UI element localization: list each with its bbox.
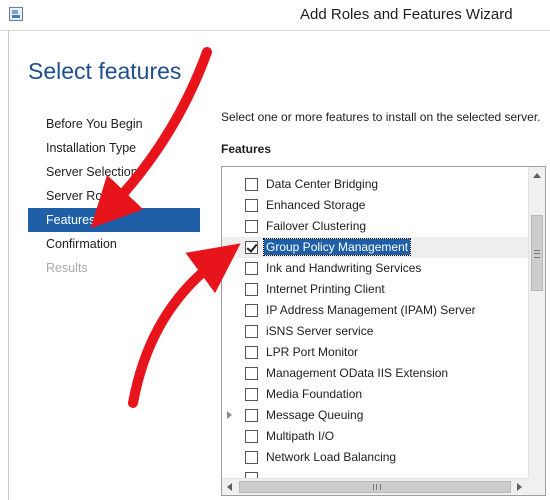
feature-row[interactable]: Internet Printing Client xyxy=(222,279,528,300)
nav-item-server-selection[interactable]: Server Selection xyxy=(28,160,200,184)
feature-row[interactable]: LPR Port Monitor xyxy=(222,342,528,363)
horizontal-scrollbar[interactable] xyxy=(222,478,528,495)
feature-row[interactable]: Data Center Bridging xyxy=(222,174,528,195)
feature-checkbox[interactable] xyxy=(245,388,258,401)
nav-item-before-you-begin[interactable]: Before You Begin xyxy=(28,112,200,136)
feature-row[interactable]: IP Address Management (IPAM) Server xyxy=(222,300,528,321)
feature-row[interactable]: Media Foundation xyxy=(222,384,528,405)
feature-row[interactable]: Multipath I/O xyxy=(222,426,528,447)
nav-item-server-roles[interactable]: Server Roles xyxy=(28,184,200,208)
feature-checkbox[interactable] xyxy=(245,199,258,212)
vertical-scrollbar[interactable] xyxy=(528,167,545,478)
feature-label: Group Policy Management xyxy=(262,238,412,256)
expand-arrow-icon[interactable] xyxy=(227,411,232,419)
grip-icon xyxy=(373,484,381,490)
nav-item-features[interactable]: Features xyxy=(28,208,200,232)
vertical-scroll-thumb[interactable] xyxy=(531,215,543,291)
feature-checkbox[interactable] xyxy=(245,220,258,233)
scroll-left-icon[interactable] xyxy=(227,483,232,491)
feature-checkbox[interactable] xyxy=(245,430,258,443)
feature-checkbox[interactable] xyxy=(245,325,258,338)
feature-label: Data Center Bridging xyxy=(266,177,379,191)
feature-label: IP Address Management (IPAM) Server xyxy=(266,303,476,317)
page-title: Select features xyxy=(28,58,182,84)
feature-label: Multipath I/O xyxy=(266,429,335,443)
feature-row[interactable]: Ink and Handwriting Services xyxy=(222,258,528,279)
feature-checkbox[interactable] xyxy=(245,367,258,380)
features-heading: Features xyxy=(221,142,272,156)
features-rows: Data Center Bridging Enhanced Storage Fail… xyxy=(222,174,528,489)
nav-item-installation-type[interactable]: Installation Type xyxy=(28,136,200,160)
window-frame-edge xyxy=(8,31,9,500)
feature-row[interactable]: iSNS Server service xyxy=(222,321,528,342)
feature-row[interactable]: Message Queuing xyxy=(222,405,528,426)
feature-label: Internet Printing Client xyxy=(266,282,385,296)
nav-item-confirmation[interactable]: Confirmation xyxy=(28,232,200,256)
feature-checkbox[interactable] xyxy=(245,451,258,464)
feature-label: Failover Clustering xyxy=(266,219,367,233)
feature-label: Ink and Handwriting Services xyxy=(266,261,422,275)
feature-checkbox[interactable] xyxy=(245,283,258,296)
feature-label: Media Foundation xyxy=(266,387,363,401)
window-title: Add Roles and Features Wizard xyxy=(300,6,513,23)
feature-checkbox[interactable] xyxy=(245,241,258,254)
feature-row[interactable]: Failover Clustering xyxy=(222,216,528,237)
instruction-text: Select one or more features to install o… xyxy=(221,110,541,124)
server-manager-icon xyxy=(9,7,23,21)
feature-label: Enhanced Storage xyxy=(266,198,366,212)
feature-label: Message Queuing xyxy=(266,408,364,422)
feature-checkbox[interactable] xyxy=(245,304,258,317)
feature-row[interactable]: Management OData IIS Extension xyxy=(222,363,528,384)
scroll-right-icon[interactable] xyxy=(517,483,522,491)
annotation-arrow-group-policy xyxy=(128,243,241,408)
feature-row[interactable]: Group Policy Management xyxy=(222,237,528,258)
feature-checkbox[interactable] xyxy=(245,346,258,359)
scroll-up-icon[interactable] xyxy=(533,173,541,178)
feature-label: Network Load Balancing xyxy=(266,450,397,464)
grip-icon xyxy=(534,250,540,258)
feature-row[interactable]: Network Load Balancing xyxy=(222,447,528,468)
nav-item-results: Results xyxy=(46,261,88,275)
horizontal-scroll-thumb[interactable] xyxy=(239,481,511,493)
feature-checkbox[interactable] xyxy=(245,178,258,191)
title-bar: Add Roles and Features Wizard xyxy=(0,0,550,31)
feature-row[interactable]: Enhanced Storage xyxy=(222,195,528,216)
feature-label: iSNS Server service xyxy=(266,324,374,338)
feature-label: Management OData IIS Extension xyxy=(266,366,449,380)
wizard-nav: Before You Begin Installation Type Server … xyxy=(28,112,200,280)
feature-checkbox[interactable] xyxy=(245,409,258,422)
feature-label: LPR Port Monitor xyxy=(266,345,359,359)
scrollbar-corner xyxy=(528,478,545,495)
features-list[interactable]: Data Center Bridging Enhanced Storage Fail… xyxy=(221,166,546,496)
feature-checkbox[interactable] xyxy=(245,262,258,275)
